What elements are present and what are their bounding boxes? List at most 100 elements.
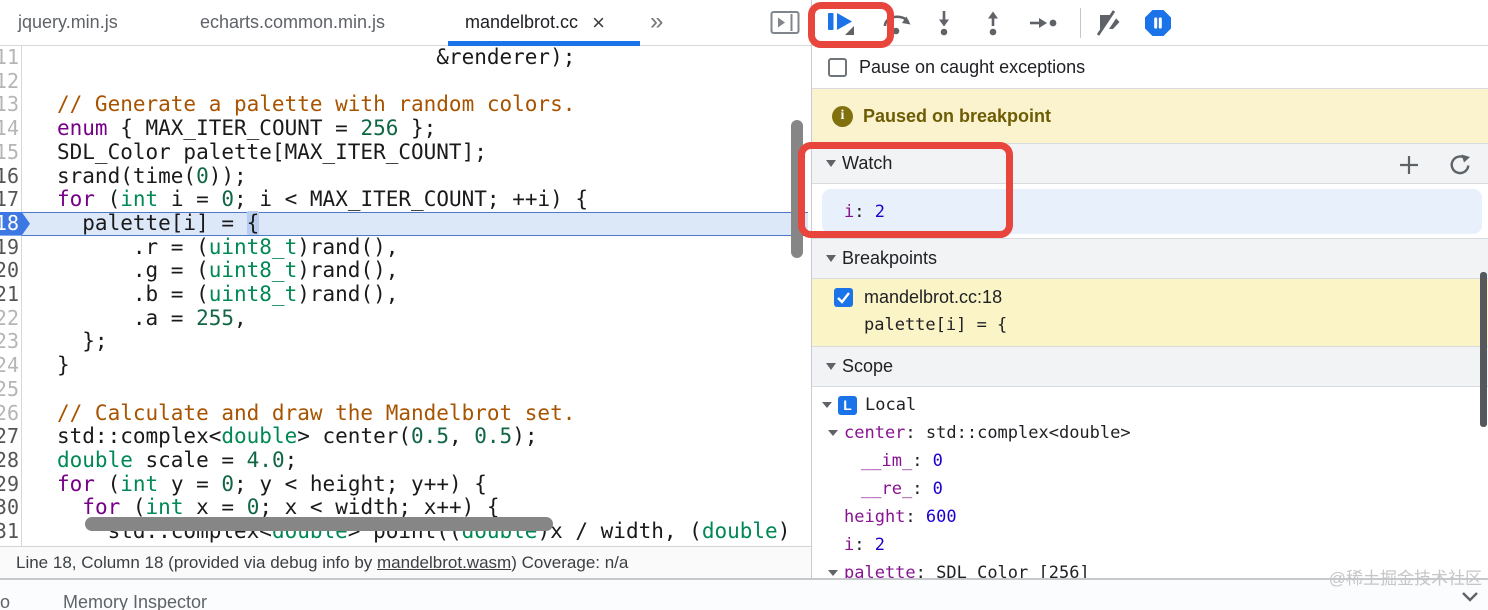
- debugger-sidebar: Pause on caught exceptions i Paused on b…: [812, 46, 1488, 578]
- toggle-sidebar-icon[interactable]: [768, 8, 802, 38]
- chevron-down-icon[interactable]: [822, 402, 832, 408]
- code-token: 0: [221, 471, 235, 496]
- code-line[interactable]: };: [22, 329, 108, 354]
- code-editor[interactable]: 11 &renderer); 12 13 // Generate a palette …: [0, 46, 811, 546]
- code-token: srand(time(: [57, 163, 197, 188]
- scope-row-height[interactable]: height: 600: [812, 503, 1488, 531]
- pause-on-caught-checkbox[interactable]: [828, 57, 847, 77]
- pane-divider[interactable]: [811, 0, 812, 578]
- code-token: )x / width, (: [537, 519, 702, 543]
- memory-inspector-tab[interactable]: Memory Inspector: [63, 592, 207, 610]
- close-icon[interactable]: ×: [592, 11, 605, 34]
- editor-horizontal-scrollbar[interactable]: [85, 517, 553, 531]
- step-over-button[interactable]: [880, 8, 914, 38]
- line-number[interactable]: 25: [0, 378, 19, 402]
- line-number[interactable]: 16: [0, 165, 19, 189]
- code-token: };: [57, 329, 108, 354]
- line-number[interactable]: 31: [0, 520, 19, 544]
- line-number[interactable]: 27: [0, 425, 19, 449]
- line-number[interactable]: 19: [0, 236, 19, 260]
- scope-property-value: 0: [932, 451, 943, 471]
- code-token: ;: [284, 447, 298, 472]
- code-line[interactable]: [22, 70, 57, 94]
- code-line[interactable]: for (int i = 0; i < MAX_ITER_COUNT; ++i)…: [22, 187, 588, 212]
- code-line[interactable]: SDL_Color palette[MAX_ITER_COUNT];: [22, 140, 487, 165]
- code-line[interactable]: palette[i] = {: [22, 210, 260, 236]
- code-line[interactable]: .b = (uint8_t)rand(),: [22, 282, 399, 307]
- step-out-button[interactable]: [976, 8, 1010, 38]
- step-into-button[interactable]: [927, 8, 961, 38]
- code-line[interactable]: .g = (uint8_t)rand(),: [22, 258, 399, 283]
- code-line[interactable]: .r = (uint8_t)rand(),: [22, 235, 399, 260]
- code-token: { MAX_ITER_COUNT =: [107, 116, 361, 141]
- resume-script-button[interactable]: [823, 8, 857, 38]
- chevron-down-icon: [1462, 592, 1478, 602]
- code-token: uint8_t: [208, 258, 298, 283]
- scope-row-center[interactable]: center: std::complex<double>: [812, 419, 1488, 447]
- deactivate-breakpoints-button[interactable]: [1092, 8, 1126, 38]
- code-line[interactable]: // Generate a palette with random colors…: [22, 93, 575, 117]
- code-line[interactable]: double scale = 4.0;: [22, 447, 298, 473]
- line-number[interactable]: 13: [0, 93, 19, 117]
- watch-expression-row[interactable]: i: 2: [822, 189, 1482, 234]
- refresh-watch-button[interactable]: [1446, 152, 1472, 178]
- line-number[interactable]: 11: [0, 46, 19, 70]
- collapse-drawer-button[interactable]: [1460, 590, 1480, 609]
- scope-row-__im_[interactable]: __im_: 0: [812, 447, 1488, 475]
- editor-vertical-scrollbar[interactable]: [791, 120, 803, 258]
- scope-section-header[interactable]: Scope: [812, 346, 1488, 387]
- line-number[interactable]: 22: [0, 307, 19, 331]
- code-token: .g = (: [57, 258, 209, 283]
- watch-section-header[interactable]: Watch: [812, 143, 1488, 184]
- chevron-down-icon[interactable]: [828, 430, 838, 436]
- code-line[interactable]: std::complex<double> center(0.5, 0.5);: [22, 424, 538, 449]
- line-number[interactable]: 26: [0, 402, 19, 426]
- code-token: {: [246, 210, 260, 235]
- line-number[interactable]: 14: [0, 117, 19, 141]
- code-line[interactable]: &renderer);: [22, 46, 575, 70]
- code-line[interactable]: .a = 255,: [22, 306, 247, 331]
- more-tabs-icon[interactable]: »: [650, 8, 663, 36]
- line-number[interactable]: 15: [0, 141, 19, 165]
- tab-jquery[interactable]: jquery.min.js: [18, 0, 118, 45]
- code-line[interactable]: [22, 378, 57, 402]
- tab-echarts[interactable]: echarts.common.min.js: [200, 0, 385, 45]
- scope-row-__re_[interactable]: __re_: 0: [812, 475, 1488, 503]
- line-number[interactable]: 23: [0, 330, 19, 354]
- breakpoint-checkbox[interactable]: [834, 288, 853, 307]
- code-line[interactable]: for (int y = 0; y < height; y++) {: [22, 471, 487, 497]
- toggle-sidebar-glyph: [770, 11, 800, 34]
- scope-property-value: 2: [874, 535, 885, 555]
- line-number[interactable]: 30: [0, 496, 19, 520]
- breakpoint-item[interactable]: mandelbrot.cc:18 palette[i] = {: [812, 279, 1488, 346]
- tab-label: echarts.common.min.js: [200, 12, 386, 32]
- info-icon: i: [832, 105, 853, 127]
- add-watch-button[interactable]: [1396, 152, 1422, 178]
- code-token: 4.0: [246, 447, 285, 472]
- pause-on-exceptions-button[interactable]: [1141, 8, 1175, 38]
- breakpoints-section-header[interactable]: Breakpoints: [812, 238, 1488, 279]
- line-number[interactable]: 20: [0, 259, 19, 283]
- code-line[interactable]: // Calculate and draw the Mandelbrot set…: [22, 400, 576, 426]
- scope-row-Local[interactable]: L Local: [812, 391, 1488, 419]
- scope-property-value: SDL_Color [256]: [936, 563, 1090, 578]
- code-token: // Calculate and draw the Mandelbrot set…: [57, 400, 576, 425]
- code-line[interactable]: }: [22, 353, 70, 378]
- line-number[interactable]: 28: [0, 449, 19, 473]
- line-number[interactable]: 21: [0, 283, 19, 307]
- code-token: )rand(),: [297, 282, 399, 306]
- step-button[interactable]: [1026, 8, 1060, 38]
- code-token: y =: [158, 471, 222, 496]
- code-line[interactable]: srand(time(0));: [22, 163, 247, 189]
- chevron-down-icon[interactable]: [828, 570, 838, 576]
- scope-row-i[interactable]: i: 2: [812, 531, 1488, 559]
- line-number[interactable]: 29: [0, 473, 19, 497]
- line-number[interactable]: 17: [0, 188, 19, 212]
- line-number[interactable]: 24: [0, 354, 19, 378]
- tab-mandelbrot[interactable]: mandelbrot.cc ×: [465, 0, 605, 45]
- line-number[interactable]: 12: [0, 70, 19, 94]
- sidebar-scrollbar[interactable]: [1480, 272, 1487, 427]
- code-line[interactable]: enum { MAX_ITER_COUNT = 256 };: [22, 116, 436, 141]
- wasm-source-link[interactable]: mandelbrot.wasm: [377, 553, 511, 573]
- pause-on-exceptions-icon: [1145, 10, 1171, 36]
